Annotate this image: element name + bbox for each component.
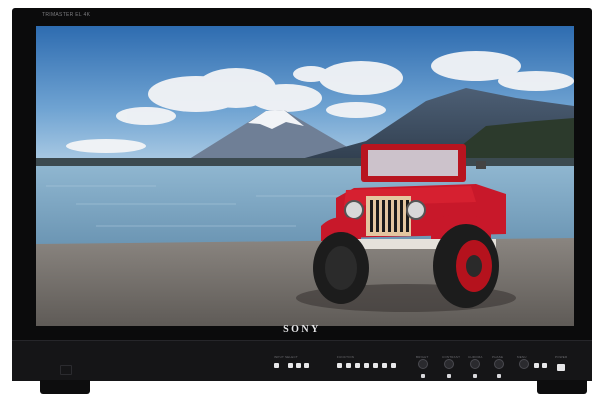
- model-label: TRIMASTER EL 4K: [42, 12, 91, 18]
- broadcast-monitor: TRIMASTER EL 4K SONY INPUT SELECT FUNCTI…: [12, 8, 592, 381]
- function-button-7[interactable]: [391, 363, 396, 368]
- landscape-jeep-image: [36, 26, 574, 326]
- contrast-button[interactable]: [447, 374, 451, 378]
- phase-button[interactable]: [497, 374, 501, 378]
- input-select-label: INPUT SELECT: [274, 355, 298, 359]
- contrast-label: CONTRAST: [442, 355, 461, 359]
- power-button[interactable]: [557, 364, 565, 371]
- contrast-knob[interactable]: [444, 359, 454, 369]
- power-label: POWER: [555, 355, 568, 359]
- input-button-2[interactable]: [288, 363, 293, 368]
- menu-button-1[interactable]: [534, 363, 539, 368]
- bright-knob[interactable]: [418, 359, 428, 369]
- control-panel: INPUT SELECT FUNCTION BRIGHT CONTRAST CH…: [12, 340, 592, 381]
- function-button-3[interactable]: [355, 363, 360, 368]
- monitor-foot-left: [40, 380, 90, 394]
- input-button-3[interactable]: [296, 363, 301, 368]
- chroma-knob[interactable]: [470, 359, 480, 369]
- function-button-4[interactable]: [364, 363, 369, 368]
- menu-knob[interactable]: [519, 359, 529, 369]
- function-button-1[interactable]: [337, 363, 342, 368]
- input-button-4[interactable]: [304, 363, 309, 368]
- phase-knob[interactable]: [494, 359, 504, 369]
- function-label: FUNCTION: [337, 355, 355, 359]
- menu-button-2[interactable]: [542, 363, 547, 368]
- brand-logo: SONY: [283, 324, 321, 335]
- function-button-2[interactable]: [346, 363, 351, 368]
- function-button-5[interactable]: [373, 363, 378, 368]
- function-button-6[interactable]: [382, 363, 387, 368]
- monitor-screen: [36, 26, 574, 326]
- bright-button[interactable]: [421, 374, 425, 378]
- monitor-foot-right: [537, 380, 587, 394]
- panel-badge: [60, 365, 72, 375]
- chroma-button[interactable]: [473, 374, 477, 378]
- input-button-1[interactable]: [274, 363, 279, 368]
- product-page: TRIMASTER EL 4K SONY INPUT SELECT FUNCTI…: [0, 0, 601, 399]
